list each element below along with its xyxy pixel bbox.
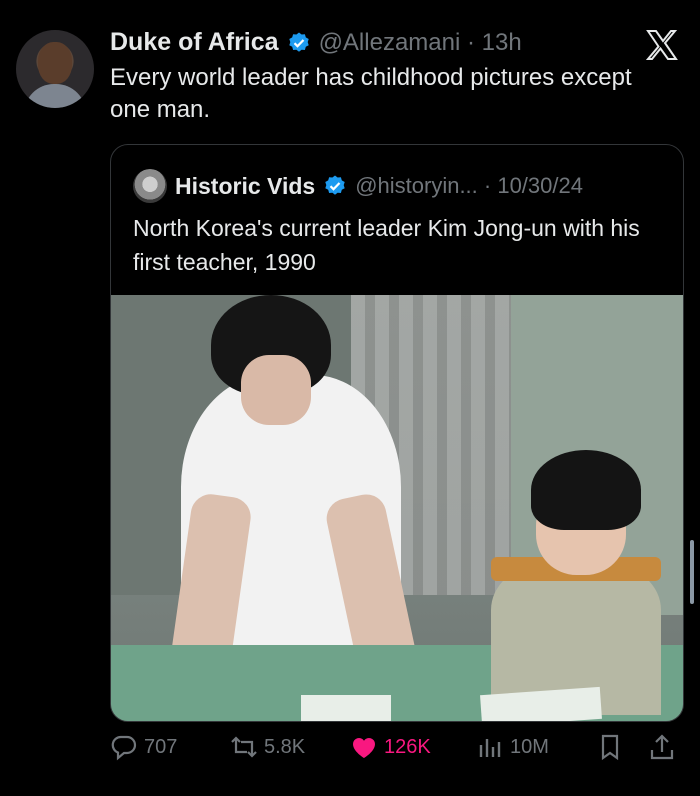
action-bar: 707 5.8K 126K 10M	[110, 733, 684, 773]
verified-badge-icon	[288, 32, 309, 52]
repost-icon	[231, 736, 257, 758]
scrollbar[interactable]	[690, 540, 694, 604]
author-handle-time[interactable]: @Allezamani · 13h	[319, 29, 522, 57]
quote-photo[interactable]	[111, 295, 683, 721]
reply-count: 707	[144, 735, 178, 758]
like-count: 126K	[384, 735, 431, 758]
reply-button[interactable]: 707	[110, 733, 177, 761]
like-button[interactable]: 126K	[350, 733, 431, 761]
views-button[interactable]: 10M	[476, 733, 549, 761]
quote-author-name: Historic Vids	[175, 172, 316, 199]
verified-badge-icon	[325, 175, 345, 195]
repost-count: 5.8K	[264, 735, 306, 758]
bookmark-icon	[601, 734, 619, 761]
reply-icon	[111, 735, 137, 761]
quote-text: North Korea's current leader Kim Jong-un…	[133, 215, 640, 275]
heart-icon	[353, 738, 375, 758]
share-icon	[650, 734, 674, 760]
share-button[interactable]	[648, 733, 676, 761]
quoted-tweet[interactable]: Historic Vids @historyin... · 10/30/24 N…	[110, 144, 684, 722]
author-avatar[interactable]	[16, 30, 94, 108]
tweet-text: Every world leader has childhood picture…	[110, 64, 632, 123]
views-count: 10M	[510, 735, 549, 758]
x-logo-icon[interactable]	[646, 30, 678, 60]
quote-header: Historic Vids @historyin... · 10/30/24	[133, 169, 583, 203]
repost-button[interactable]: 5.8K	[230, 733, 305, 761]
views-icon	[479, 739, 501, 757]
tweet-header: Duke of Africa @Allezamani · 13h	[110, 28, 522, 57]
quote-handle-time: @historyin... · 10/30/24	[355, 173, 583, 198]
bookmark-button[interactable]	[596, 733, 624, 761]
author-name[interactable]: Duke of Africa	[110, 28, 279, 57]
quote-author-avatar	[133, 169, 167, 203]
